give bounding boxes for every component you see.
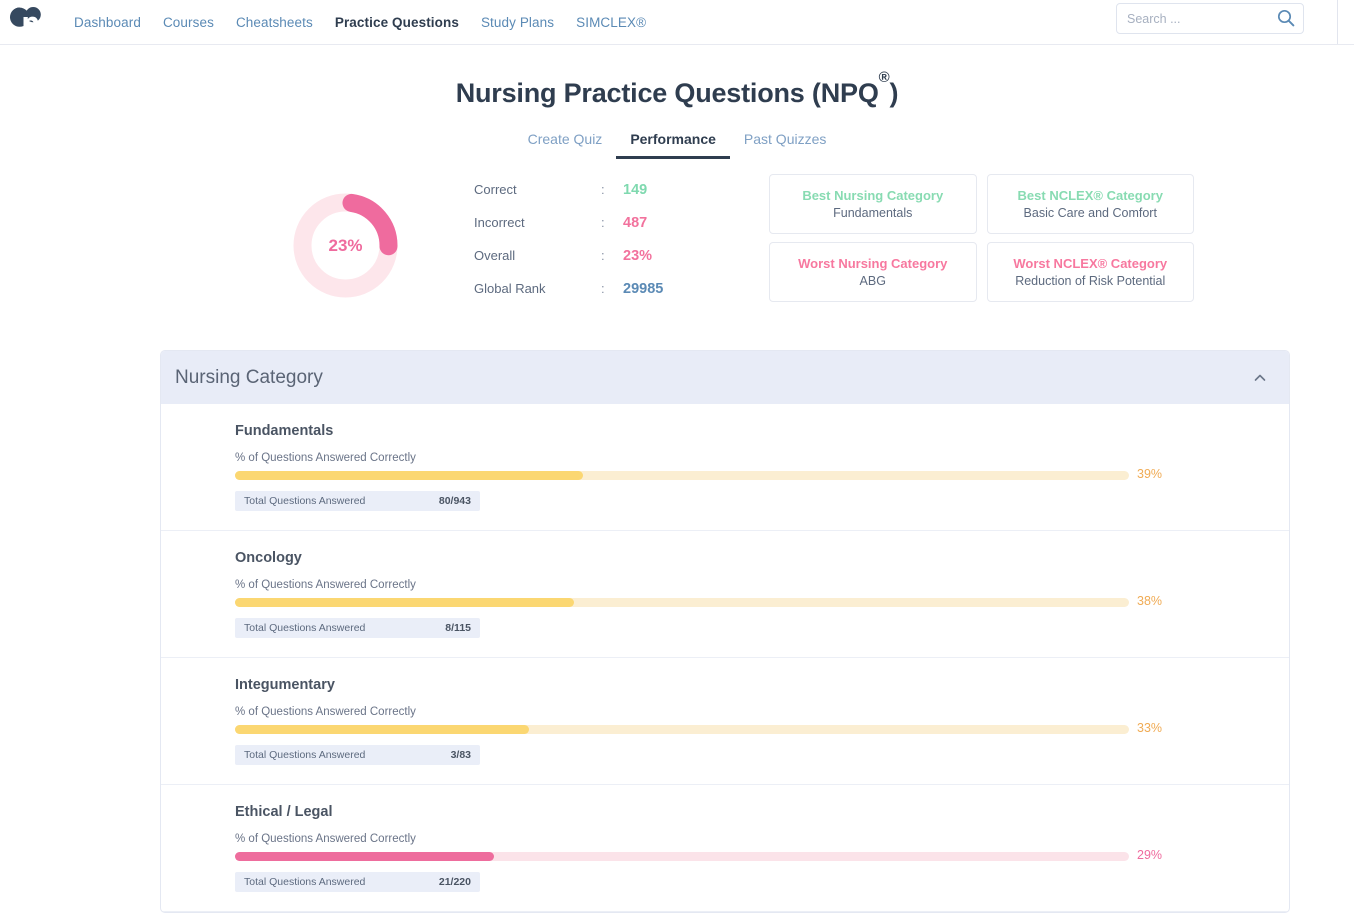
- page-title-tail: ): [889, 78, 899, 108]
- card-worst-nclex-value: Reduction of Risk Potential: [1015, 274, 1166, 288]
- overall-donut-chart: 23%: [293, 193, 398, 298]
- nursing-category-header[interactable]: Nursing Category: [161, 351, 1289, 404]
- stats-list: Correct : 149 Incorrect : 487 Overall : …: [474, 182, 704, 314]
- progress-bar: 33%: [235, 721, 1289, 735]
- search-input[interactable]: [1116, 3, 1304, 34]
- category-highlight-cards: Best Nursing Category Fundamentals Best …: [769, 174, 1194, 302]
- tab-past-quizzes[interactable]: Past Quizzes: [730, 131, 840, 159]
- stat-row-incorrect: Incorrect : 487: [474, 215, 704, 248]
- top-navigation-bar: Dashboard Courses Cheatsheets Practice Q…: [0, 0, 1354, 45]
- bar-caption: % of Questions Answered Correctly: [235, 833, 416, 845]
- card-best-nursing-category[interactable]: Best Nursing Category Fundamentals: [769, 174, 977, 234]
- progress-fill: [235, 852, 494, 861]
- nav-item-simclex[interactable]: SIMCLEX®: [576, 15, 646, 30]
- card-worst-nursing-value: ABG: [859, 274, 886, 288]
- stat-label-global-rank: Global Rank: [474, 281, 546, 296]
- card-best-nclex-title: Best NCLEX® Category: [1017, 188, 1163, 203]
- progress-bar: 39%: [235, 467, 1289, 481]
- category-name: Integumentary: [235, 677, 335, 693]
- stat-value-correct: 149: [623, 182, 648, 198]
- stat-row-overall: Overall : 23%: [474, 248, 704, 281]
- total-answered-ratio: 21/220: [438, 876, 471, 888]
- nav-item-study-plans[interactable]: Study Plans: [481, 15, 554, 30]
- total-answered-label: Total Questions Answered: [244, 622, 366, 634]
- category-name: Oncology: [235, 550, 302, 566]
- bar-caption: % of Questions Answered Correctly: [235, 452, 416, 464]
- table-row: Integumentary % of Questions Answered Co…: [161, 658, 1289, 785]
- nav-item-dashboard[interactable]: Dashboard: [74, 15, 141, 30]
- nursing-category-panel: Nursing Category Fundamentals % of Quest…: [160, 350, 1290, 913]
- progress-bar: 38%: [235, 594, 1289, 608]
- nav-item-practice-questions[interactable]: Practice Questions: [335, 15, 459, 30]
- progress-percent: 38%: [1137, 594, 1163, 608]
- page-title-text: Nursing Practice Questions (NPQ: [455, 78, 879, 108]
- page-title: Nursing Practice Questions (NPQ®): [0, 69, 1354, 109]
- bar-caption: % of Questions Answered Correctly: [235, 706, 416, 718]
- total-answered-pill: Total Questions Answered 21/220: [235, 872, 480, 892]
- total-answered-pill: Total Questions Answered 3/83: [235, 745, 480, 765]
- performance-summary: 23% Correct : 149 Incorrect : 487 Overal…: [0, 171, 1354, 316]
- stat-value-global-rank: 29985: [623, 281, 664, 297]
- progress-percent: 29%: [1137, 848, 1163, 862]
- site-logo[interactable]: [8, 2, 48, 42]
- table-row: Ethical / Legal % of Questions Answered …: [161, 785, 1289, 912]
- donut-percent-label: 23%: [328, 235, 363, 255]
- tab-performance[interactable]: Performance: [616, 131, 730, 159]
- progress-percent: 33%: [1137, 721, 1163, 735]
- stat-value-incorrect: 487: [623, 215, 648, 231]
- progress-percent: 39%: [1137, 467, 1163, 481]
- card-worst-nursing-category[interactable]: Worst Nursing Category ABG: [769, 242, 977, 302]
- stat-colon-overall: :: [601, 248, 605, 263]
- progress-fill: [235, 725, 529, 734]
- stat-label-incorrect: Incorrect: [474, 215, 525, 230]
- total-answered-ratio: 8/115: [445, 622, 471, 634]
- card-best-nclex-category[interactable]: Best NCLEX® Category Basic Care and Comf…: [986, 174, 1194, 234]
- table-row: Fundamentals % of Questions Answered Cor…: [161, 404, 1289, 531]
- category-name: Ethical / Legal: [235, 804, 333, 820]
- chevron-up-icon[interactable]: [1253, 371, 1267, 385]
- total-answered-label: Total Questions Answered: [244, 876, 366, 888]
- progress-fill: [235, 471, 583, 480]
- performance-tabs: Create Quiz Performance Past Quizzes: [0, 131, 1354, 159]
- bar-caption: % of Questions Answered Correctly: [235, 579, 416, 591]
- stat-colon-global-rank: :: [601, 281, 605, 296]
- card-best-nursing-value: Fundamentals: [833, 206, 913, 220]
- nav-item-courses[interactable]: Courses: [163, 15, 214, 30]
- stat-label-overall: Overall: [474, 248, 516, 263]
- search-box[interactable]: [1116, 3, 1304, 34]
- total-answered-label: Total Questions Answered: [244, 495, 366, 507]
- category-rows: Fundamentals % of Questions Answered Cor…: [161, 404, 1289, 912]
- stat-row-correct: Correct : 149: [474, 182, 704, 215]
- stat-colon-incorrect: :: [601, 215, 605, 230]
- nursing-category-title: Nursing Category: [175, 366, 323, 388]
- stat-row-global-rank: Global Rank : 29985: [474, 281, 704, 314]
- tab-create-quiz[interactable]: Create Quiz: [514, 131, 617, 159]
- registered-mark: ®: [878, 68, 890, 86]
- table-row: Oncology % of Questions Answered Correct…: [161, 531, 1289, 658]
- total-answered-pill: Total Questions Answered 8/115: [235, 618, 480, 638]
- card-best-nclex-value: Basic Care and Comfort: [1023, 206, 1157, 220]
- total-answered-ratio: 80/943: [438, 495, 471, 507]
- main-nav: Dashboard Courses Cheatsheets Practice Q…: [74, 15, 646, 30]
- total-answered-pill: Total Questions Answered 80/943: [235, 491, 480, 511]
- stat-label-correct: Correct: [474, 182, 517, 197]
- card-worst-nursing-title: Worst Nursing Category: [798, 256, 948, 271]
- nav-item-cheatsheets[interactable]: Cheatsheets: [236, 15, 313, 30]
- card-worst-nclex-category[interactable]: Worst NCLEX® Category Reduction of Risk …: [986, 242, 1194, 302]
- card-worst-nclex-title: Worst NCLEX® Category: [1013, 256, 1168, 271]
- progress-fill: [235, 598, 574, 607]
- stat-value-overall: 23%: [623, 248, 653, 264]
- stat-colon-correct: :: [601, 182, 605, 197]
- category-name: Fundamentals: [235, 423, 334, 439]
- total-answered-label: Total Questions Answered: [244, 749, 366, 761]
- card-best-nursing-title: Best Nursing Category: [802, 188, 944, 203]
- total-answered-ratio: 3/83: [450, 749, 471, 761]
- progress-bar: 29%: [235, 848, 1289, 862]
